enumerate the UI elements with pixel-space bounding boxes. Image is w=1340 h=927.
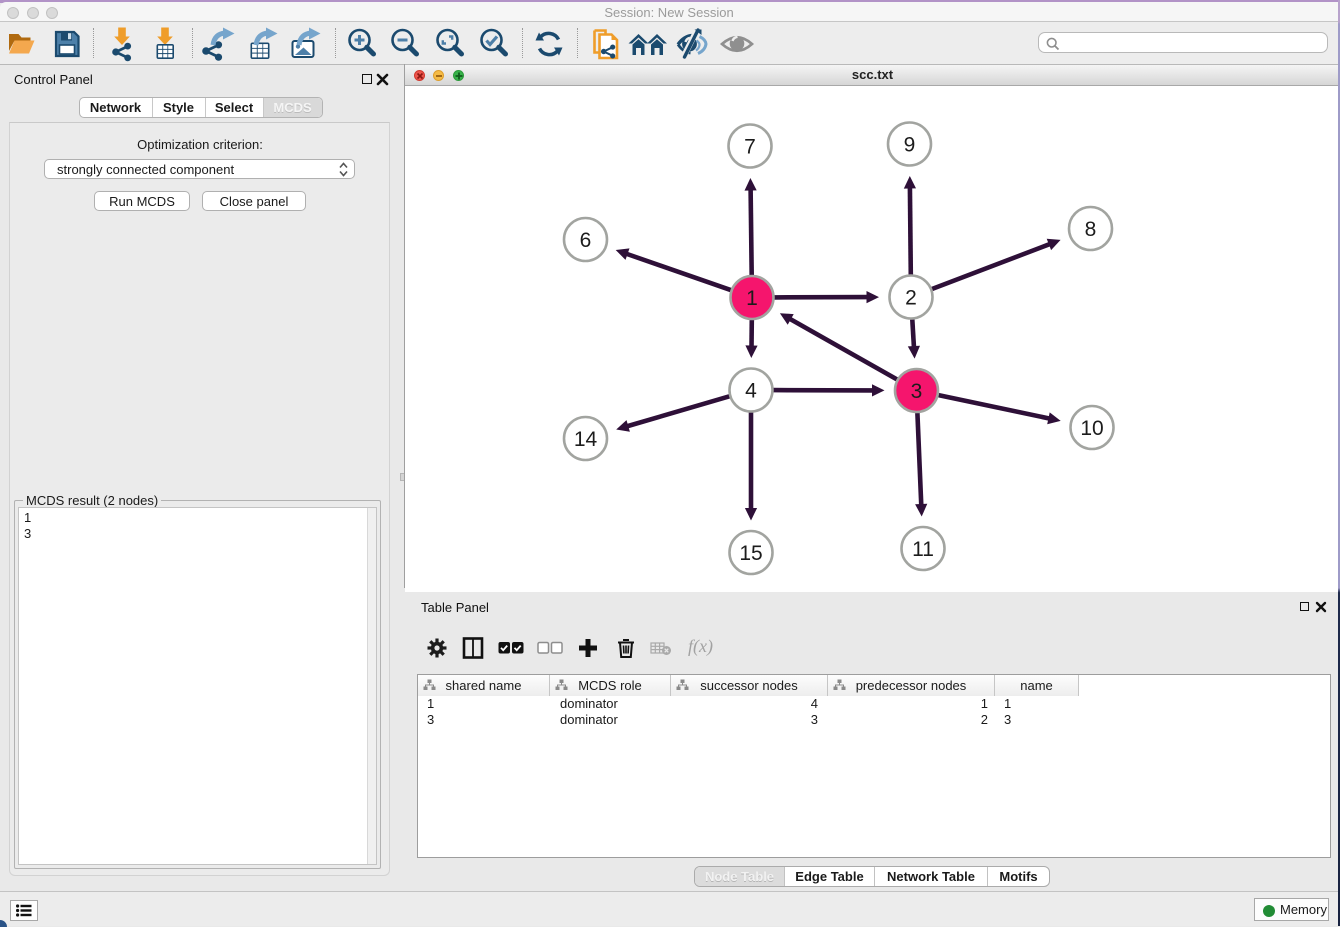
svg-text:1: 1 (746, 287, 758, 310)
svg-text:2: 2 (905, 287, 917, 310)
svg-text:7: 7 (744, 136, 756, 159)
svg-text:6: 6 (580, 229, 592, 252)
svg-text:10: 10 (1080, 417, 1103, 440)
svg-text:15: 15 (739, 542, 762, 565)
svg-text:8: 8 (1085, 218, 1097, 241)
svg-text:4: 4 (745, 380, 757, 403)
svg-text:14: 14 (574, 428, 598, 451)
svg-text:3: 3 (911, 380, 923, 403)
svg-text:9: 9 (904, 134, 916, 157)
svg-text:11: 11 (912, 538, 934, 561)
